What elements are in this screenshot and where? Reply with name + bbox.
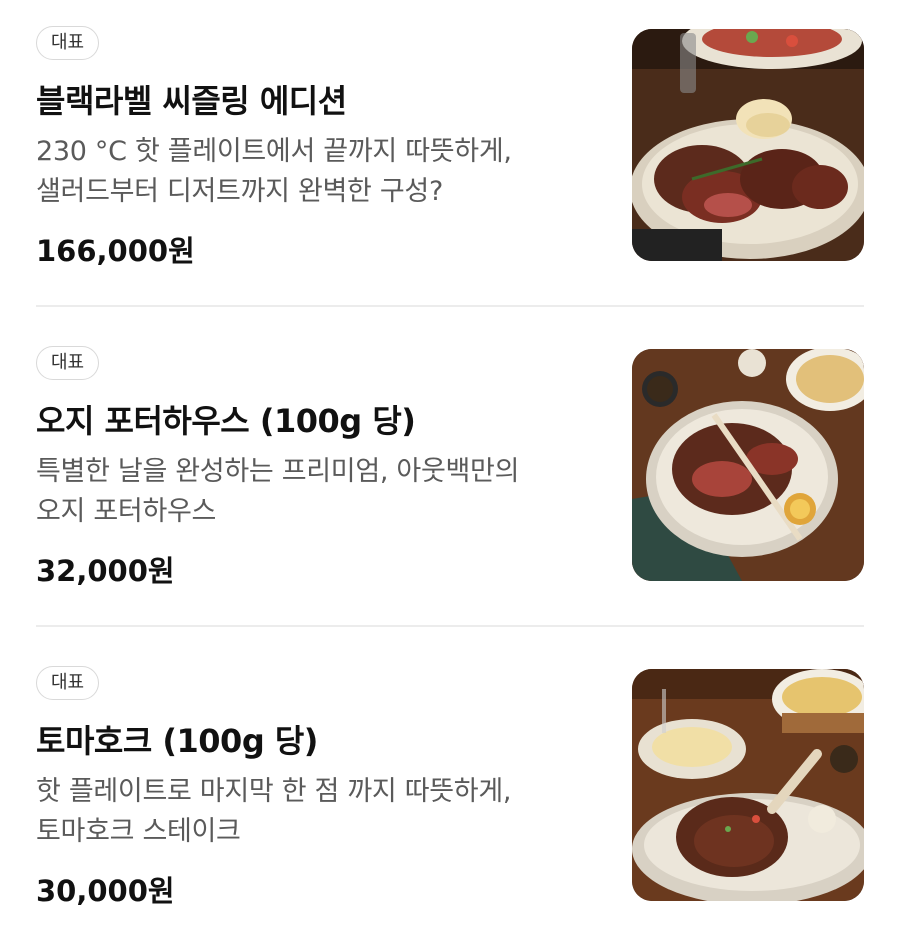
signature-badge: 대표: [36, 666, 100, 700]
description-line: 특별한 날을 완성하는 프리미엄, 아웃백만의: [36, 456, 520, 487]
menu-item-title: 오지 포터하우스 (100g 당): [36, 402, 416, 440]
menu-list: 대표 블랙라벨 씨즐링 에디션 230 °C 핫 플레이트에서 끝까지 따뜻하게…: [0, 0, 900, 937]
menu-item-price: 166,000원: [36, 234, 195, 268]
steak-plate-image: [632, 29, 864, 261]
item-divider: [36, 625, 864, 627]
menu-item-title: 블랙라벨 씨즐링 에디션: [36, 82, 347, 120]
signature-badge: 대표: [36, 346, 100, 380]
menu-item-blacklabel-sizzling[interactable]: 대표 블랙라벨 씨즐링 에디션 230 °C 핫 플레이트에서 끝까지 따뜻하게…: [36, 26, 864, 268]
description-line: 230 °C 핫 플레이트에서 끝까지 따뜻하게,: [36, 136, 512, 167]
porterhouse-image: [632, 349, 864, 581]
menu-item-description: 230 °C 핫 플레이트에서 끝까지 따뜻하게, 샐러드부터 디저트까지 완벽…: [36, 132, 606, 212]
description-line: 토마호크 스테이크: [36, 816, 241, 847]
menu-item-description: 핫 플레이트로 마지막 한 점 까지 따뜻하게, 토마호크 스테이크: [36, 772, 606, 852]
tomahawk-image: [632, 669, 864, 901]
tomahawk-photo[interactable]: [632, 669, 864, 901]
description-line: 샐러드부터 디저트까지 완벽한 구성?: [36, 176, 443, 207]
porterhouse-photo[interactable]: [632, 349, 864, 581]
description-line: 핫 플레이트로 마지막 한 점 까지 따뜻하게,: [36, 776, 512, 807]
menu-item-price: 30,000원: [36, 874, 175, 908]
menu-item-price: 32,000원: [36, 554, 175, 588]
menu-item-description: 특별한 날을 완성하는 프리미엄, 아웃백만의 오지 포터하우스: [36, 452, 606, 532]
menu-item-title: 토마호크 (100g 당): [36, 722, 318, 760]
menu-item-aussie-porterhouse[interactable]: 대표 오지 포터하우스 (100g 당) 특별한 날을 완성하는 프리미엄, 아…: [36, 346, 864, 588]
signature-badge: 대표: [36, 26, 100, 60]
description-line: 오지 포터하우스: [36, 496, 217, 527]
item-divider: [36, 305, 864, 307]
steak-plate-photo[interactable]: [632, 29, 864, 261]
menu-item-tomahawk[interactable]: 대표 토마호크 (100g 당) 핫 플레이트로 마지막 한 점 까지 따뜻하게…: [36, 666, 864, 908]
